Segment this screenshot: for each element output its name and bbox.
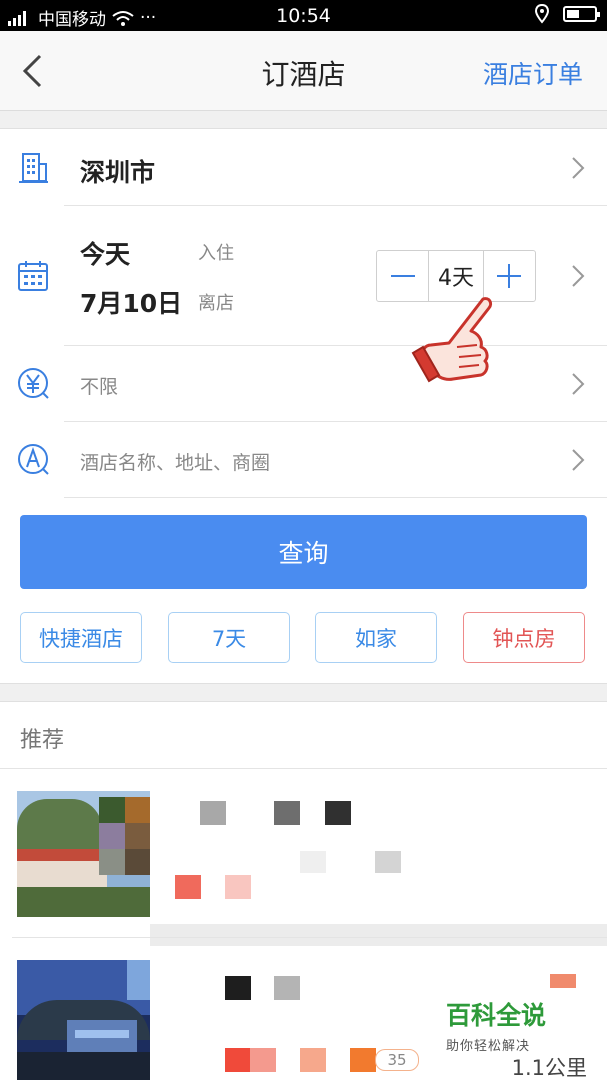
blurred-tag — [250, 1048, 276, 1072]
blurred-text — [325, 801, 351, 825]
hotel-thumbnail — [17, 791, 150, 917]
search-button[interactable]: 查询 — [20, 515, 587, 589]
battery-icon — [563, 6, 600, 22]
watermark-subtitle: 助你轻松解决 — [446, 1039, 531, 1054]
hotel-orders-link[interactable]: 酒店订单 — [483, 55, 583, 91]
blurred-text — [375, 851, 401, 873]
blurred-text — [274, 976, 300, 1000]
calendar-icon — [18, 261, 48, 291]
blurred-text — [225, 976, 251, 1000]
recommend-title: 推荐 — [20, 728, 65, 753]
divider — [64, 497, 607, 498]
check-out-label: 离店 — [198, 293, 234, 314]
quick-filter-home-inn[interactable]: 如家 — [315, 612, 437, 663]
chevron-right-icon — [572, 265, 585, 287]
building-icon — [19, 153, 48, 183]
hotel-thumbnail — [17, 960, 150, 1080]
chevron-right-icon — [572, 373, 585, 395]
decrease-nights-button[interactable] — [377, 251, 428, 301]
chevron-right-icon — [572, 157, 585, 179]
quick-filter-express-hotel[interactable]: 快捷酒店 — [20, 612, 142, 663]
blurred-text — [300, 851, 326, 873]
status-bar: 中国移动 ··· 10:54 — [0, 0, 607, 31]
location-icon — [535, 4, 549, 24]
blurred-tag — [350, 1048, 376, 1072]
city-row[interactable]: 深圳市 — [0, 129, 607, 205]
keyword-placeholder: 酒店名称、地址、商圈 — [80, 452, 271, 474]
keyword-row[interactable]: 酒店名称、地址、商圈 — [0, 422, 607, 497]
check-in-label: 入住 — [198, 243, 234, 264]
list-item[interactable] — [0, 769, 607, 946]
watermark-title: 百科全说 — [446, 1001, 547, 1030]
status-right — [535, 4, 600, 24]
pointing-hand-icon — [411, 297, 493, 383]
check-in-date[interactable]: 今天 — [80, 235, 130, 271]
quick-filter-7days[interactable]: 7天 — [168, 612, 290, 663]
clock: 10:54 — [276, 5, 331, 27]
a-circle-icon — [18, 444, 49, 475]
back-arrow-icon[interactable] — [18, 53, 48, 89]
distance-label: 1.1公里 — [511, 1056, 587, 1080]
nav-bar: 订酒店 酒店订单 — [0, 31, 607, 111]
watermark-logo: 百科全说 助你轻松解决 — [446, 996, 568, 1054]
price-row[interactable]: 不限 — [0, 346, 607, 421]
increase-nights-button[interactable] — [484, 251, 535, 301]
minus-icon — [390, 275, 415, 277]
blurred-tag — [225, 1048, 251, 1072]
blurred-tag — [550, 974, 576, 988]
blurred-tag — [300, 1048, 326, 1072]
nights-value: 4天 — [428, 251, 484, 301]
blurred-tag — [225, 875, 251, 899]
city-value: 深圳市 — [80, 158, 156, 187]
blurred-tag — [175, 875, 201, 899]
plus-icon — [497, 264, 522, 288]
yuan-icon — [18, 368, 49, 399]
quick-filter-hourly-room[interactable]: 钟点房 — [463, 612, 585, 663]
check-out-date[interactable]: 7月10日 — [80, 284, 182, 320]
price-badge: 35 — [375, 1049, 419, 1071]
chevron-right-icon — [572, 449, 585, 471]
price-value: 不限 — [80, 376, 119, 398]
recommend-header: 推荐 — [0, 701, 607, 769]
hotel-search-form: 深圳市 今天 入住 7月10日 离店 4天 不限 酒店名称、地址、商圈 查询 快… — [0, 128, 607, 684]
blurred-text — [200, 801, 226, 825]
blurred-text — [274, 801, 300, 825]
